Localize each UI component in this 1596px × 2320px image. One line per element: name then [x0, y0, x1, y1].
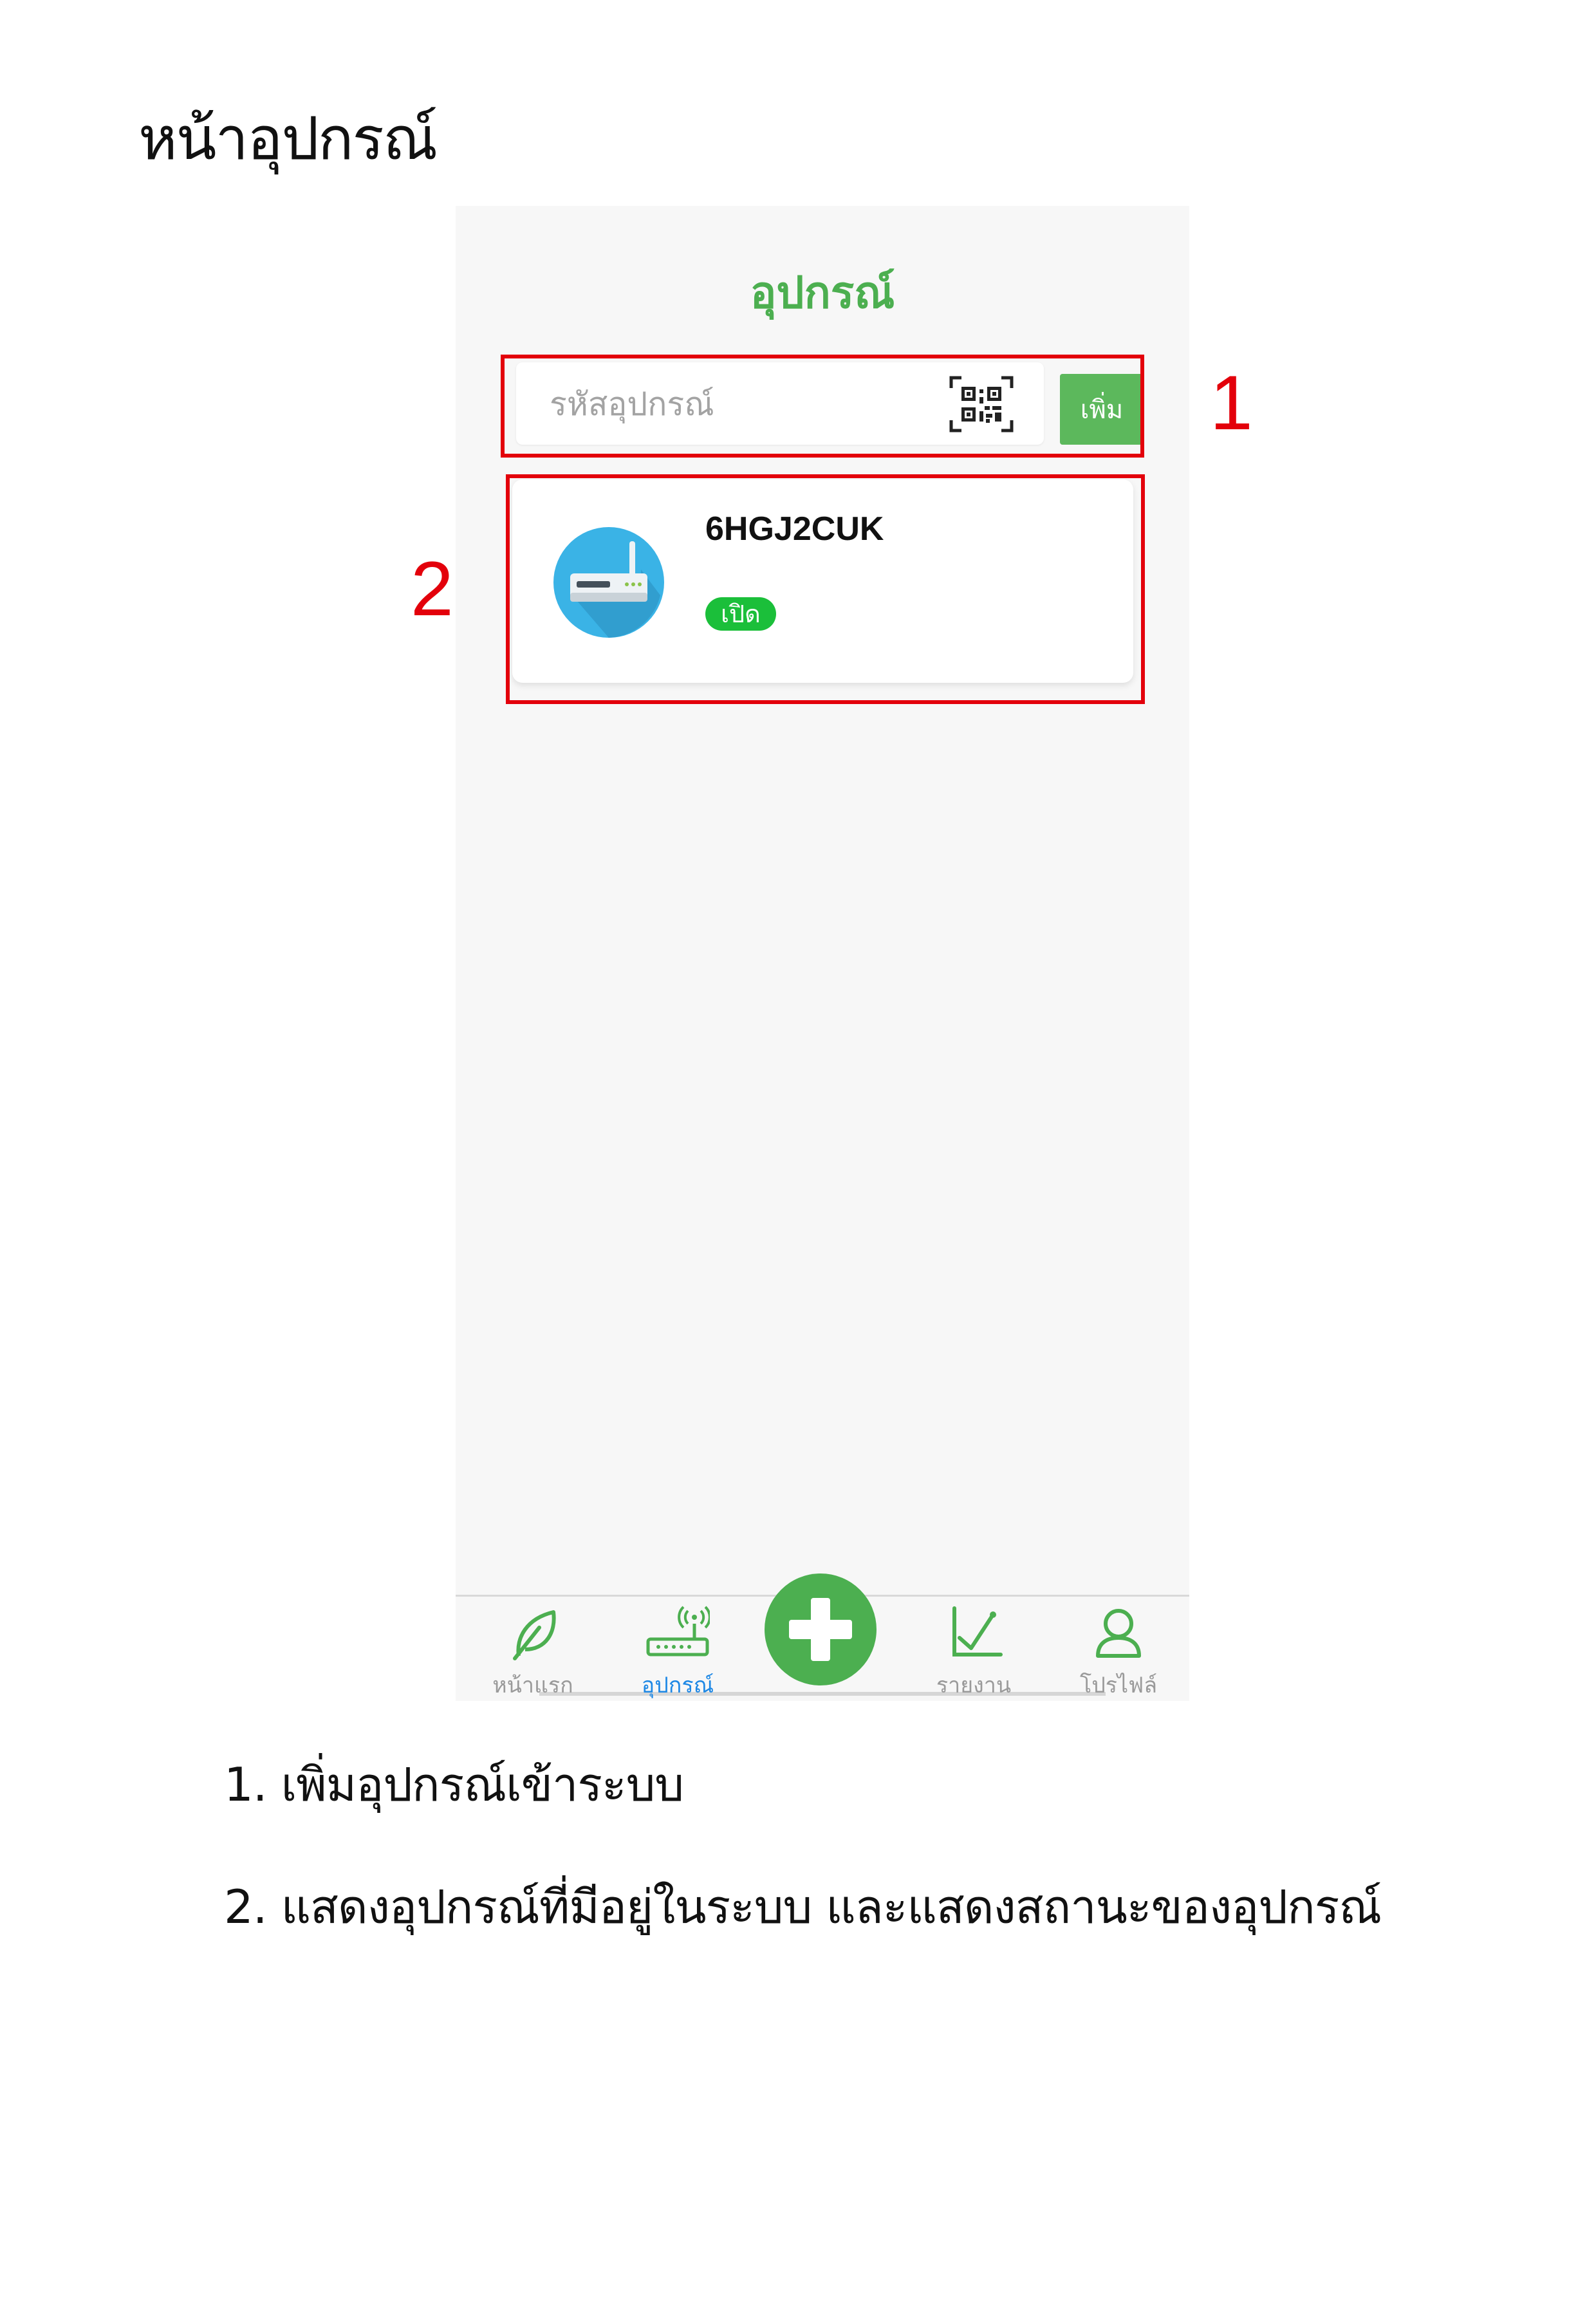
- caption-item-1: 1. เพิ่มอุปกรณ์เข้าระบบ: [224, 1758, 684, 1812]
- add-fab-button[interactable]: [765, 1573, 877, 1685]
- caption-item-2: 2. แสดงอุปกรณ์ที่มีอยู่ในระบบ และแสดงสถา…: [224, 1880, 1382, 1934]
- page-heading: หน้าอุปกรณ์: [138, 104, 438, 173]
- user-icon: [1086, 1604, 1151, 1661]
- nav-item-home[interactable]: หน้าแรก: [469, 1604, 597, 1698]
- nav-label-reports: รายงาน: [936, 1673, 1012, 1698]
- plus-icon: [789, 1598, 852, 1661]
- annotation-number-1: 1: [1210, 360, 1253, 446]
- annotation-box-2: [506, 474, 1145, 704]
- nav-item-devices[interactable]: อุปกรณ์: [613, 1604, 742, 1698]
- nav-item-reports[interactable]: รายงาน: [909, 1604, 1038, 1698]
- chart-icon: [942, 1604, 1006, 1661]
- router-icon: [645, 1604, 711, 1661]
- nav-item-profile[interactable]: โปรไฟล์: [1054, 1604, 1183, 1698]
- annotation-number-2: 2: [411, 546, 454, 632]
- leaf-icon: [501, 1604, 565, 1661]
- annotation-box-1: [501, 355, 1144, 458]
- app-title: อุปกรณ์: [750, 268, 895, 319]
- nav-label-profile: โปรไฟล์: [1079, 1673, 1158, 1698]
- nav-label-home: หน้าแรก: [492, 1673, 573, 1698]
- nav-label-devices: อุปกรณ์: [641, 1673, 714, 1698]
